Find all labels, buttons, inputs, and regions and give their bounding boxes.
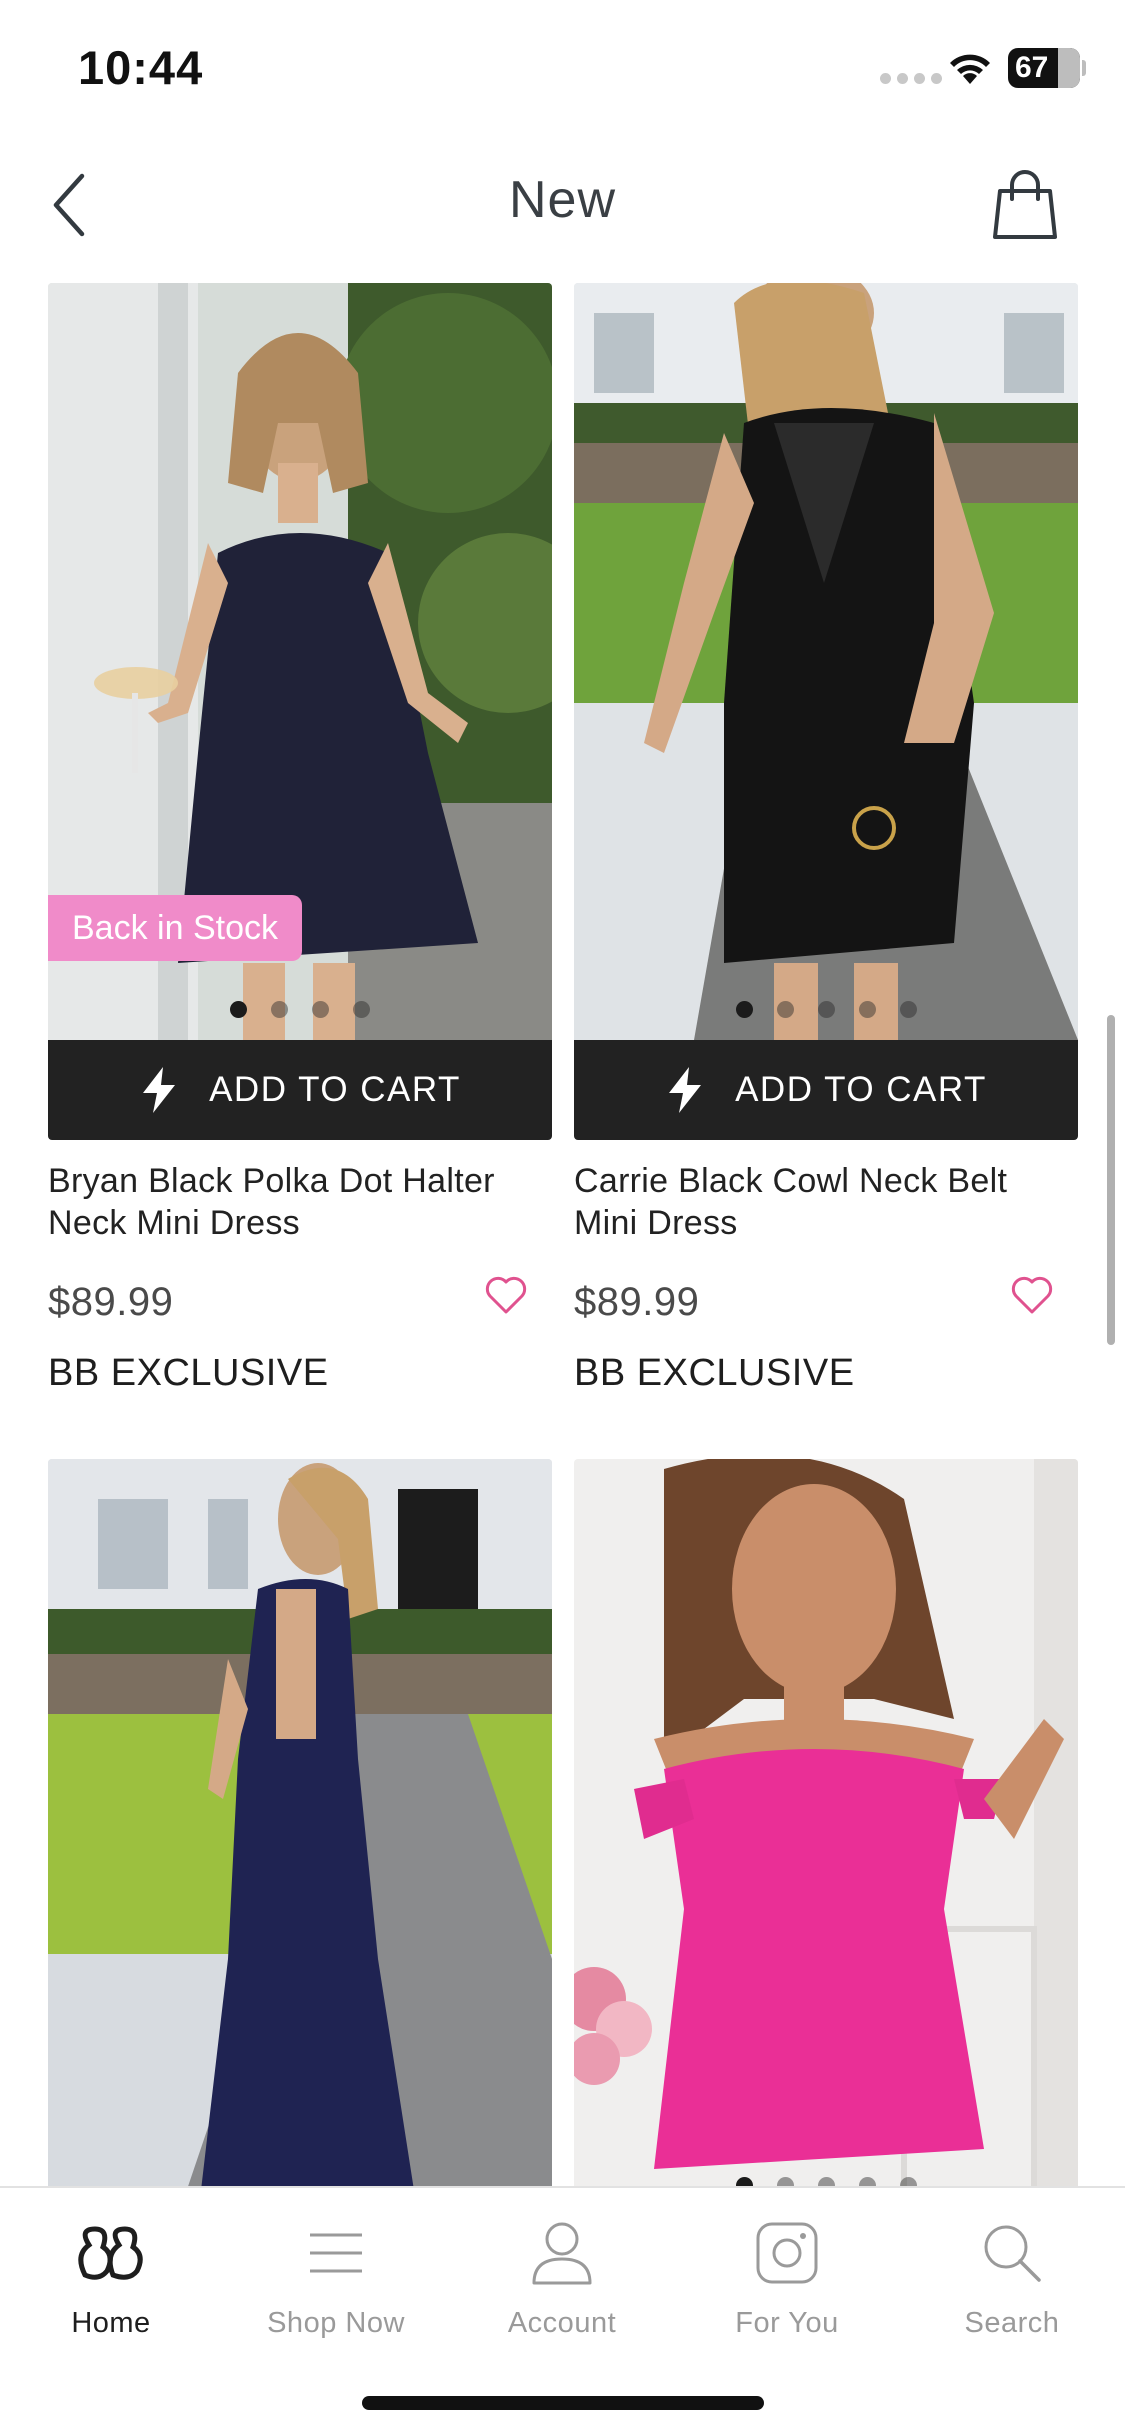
page-title: New — [508, 171, 617, 229]
add-to-cart-label: ADD TO CART — [209, 1070, 461, 1109]
search-icon — [984, 2225, 1041, 2282]
battery-level: 67 — [1015, 51, 1049, 84]
navigation-header: New — [0, 140, 1125, 270]
product-card[interactable] — [48, 1459, 552, 2188]
status-bar: 10:44 67 — [0, 0, 1125, 140]
wifi-icon — [950, 54, 990, 84]
shopping-bag-button[interactable] — [985, 160, 1065, 250]
product-image[interactable]: Back in Stock — [48, 283, 552, 1040]
lightning-icon — [143, 1067, 176, 1113]
product-tag: BB EXCLUSIVE — [48, 1352, 329, 1394]
home-indicator[interactable] — [362, 2396, 764, 2410]
product-tag: BB EXCLUSIVE — [574, 1352, 855, 1394]
product-price: $89.99 — [574, 1280, 700, 1324]
tab-shop-now[interactable]: Shop Now — [236, 2213, 436, 2340]
add-to-cart-button[interactable]: ADD TO CART — [48, 1040, 552, 1140]
scroll-indicator[interactable] — [1107, 1015, 1115, 1345]
heart-icon[interactable] — [1010, 1274, 1054, 1316]
product-photo — [574, 283, 1078, 1040]
tab-label: Home — [71, 2307, 151, 2339]
tab-home[interactable]: Home — [11, 2213, 211, 2340]
tab-account[interactable]: Account — [462, 2213, 662, 2340]
instagram-icon — [756, 2222, 818, 2284]
product-price: $89.99 — [48, 1280, 174, 1324]
brand-logo-icon — [78, 2226, 143, 2280]
heart-icon[interactable] — [484, 1274, 528, 1316]
back-in-stock-badge: Back in Stock — [48, 895, 302, 961]
tab-label: Account — [507, 2307, 617, 2339]
product-card[interactable] — [574, 1459, 1078, 2188]
product-image[interactable] — [48, 1459, 552, 2188]
tab-label: Search — [964, 2307, 1060, 2339]
status-time: 10:44 — [78, 41, 204, 94]
tab-label: For You — [735, 2307, 839, 2339]
product-grid: Back in Stock ADD TO CART Bryan Black Po… — [48, 283, 1078, 2188]
product-image[interactable] — [574, 283, 1078, 1040]
product-card[interactable]: ADD TO CART Carrie Black Cowl Neck Belt … — [574, 283, 1078, 1395]
product-name[interactable]: Bryan Black Polka Dot Halter Neck Mini D… — [48, 1160, 552, 1244]
cellular-signal-icon — [880, 73, 942, 84]
product-photo — [48, 1459, 552, 2188]
add-to-cart-button[interactable]: ADD TO CART — [574, 1040, 1078, 1140]
image-carousel-dots[interactable] — [48, 1001, 552, 1018]
battery-icon: 67 — [1008, 48, 1080, 88]
tab-for-you[interactable]: For You — [687, 2213, 887, 2340]
user-icon — [532, 2222, 592, 2285]
product-card[interactable]: Back in Stock ADD TO CART Bryan Black Po… — [48, 283, 552, 1395]
add-to-cart-label: ADD TO CART — [735, 1070, 987, 1109]
product-photo — [574, 1459, 1078, 2188]
shopping-bag-icon — [993, 170, 1057, 239]
tab-search[interactable]: Search — [912, 2213, 1112, 2340]
product-image[interactable] — [574, 1459, 1078, 2188]
tab-label: Shop Now — [267, 2307, 405, 2339]
image-carousel-dots[interactable] — [574, 1001, 1078, 1018]
lightning-icon — [669, 1067, 702, 1113]
product-name[interactable]: Carrie Black Cowl Neck Belt Mini Dress — [574, 1160, 1078, 1244]
menu-icon — [310, 2233, 362, 2273]
